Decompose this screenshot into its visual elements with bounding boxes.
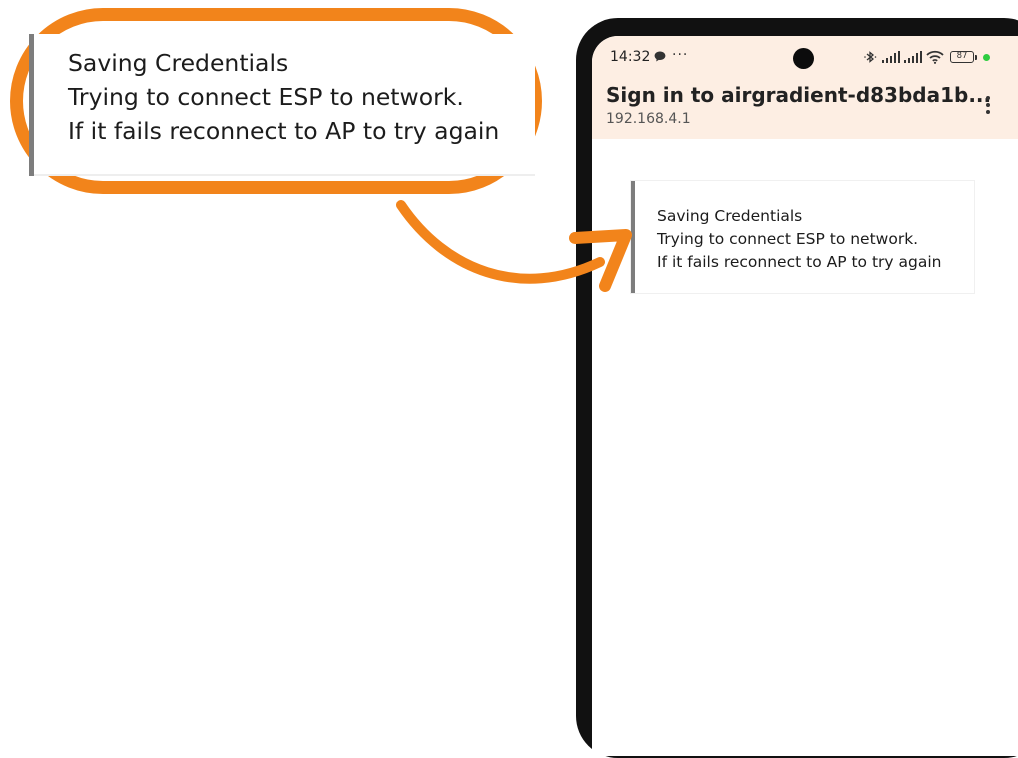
curved-arrow-icon — [396, 200, 632, 292]
